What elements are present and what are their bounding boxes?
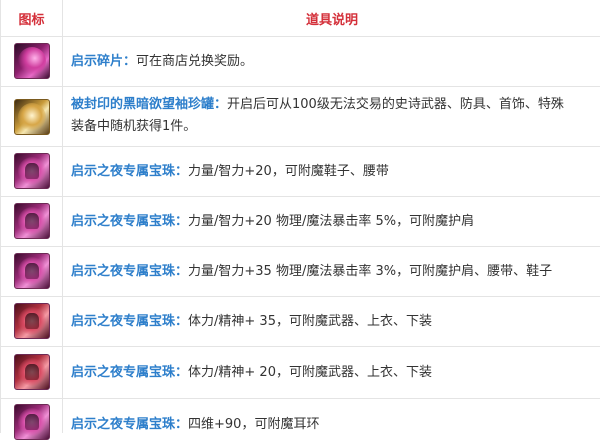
- gem-icon: [14, 303, 50, 339]
- item-text: 开启后可从100级无法交易的史诗武器、防具、首饰、特殊: [227, 97, 564, 112]
- icon-cell: [1, 247, 63, 296]
- item-description: 启示之夜专属宝珠：力量/智力+35 物理/魔法暴击率 3%，可附魔护肩、腰带、鞋…: [71, 261, 600, 283]
- icon-cell: [1, 297, 63, 346]
- table-row: 启示之夜专属宝珠：体力/精神+ 20，可附魔武器、上衣、下装: [1, 347, 600, 399]
- gem-icon: [14, 404, 50, 440]
- item-description: 启示之夜专属宝珠：力量/智力+20，可附魔鞋子、腰带: [71, 161, 600, 183]
- icon-cell: [1, 37, 63, 86]
- table-header: 图标 道具说明: [1, 0, 600, 37]
- desc-column-header: 道具说明: [63, 0, 600, 36]
- item-description: 启示之夜专属宝珠：力量/智力+20 物理/魔法暴击率 5%，可附魔护肩: [71, 211, 600, 233]
- icon-column-label: 图标: [18, 12, 45, 28]
- item-text: 四维+90，可附魔耳环: [188, 417, 320, 432]
- item-text: 体力/精神+ 35，可附魔武器、上衣、下装: [188, 314, 432, 329]
- icon-cell: [1, 399, 63, 440]
- gem-icon: [14, 153, 50, 189]
- item-text: 力量/智力+20 物理/魔法暴击率 5%，可附魔护肩: [188, 214, 475, 229]
- table-row: 启示之夜专属宝珠：体力/精神+ 35，可附魔武器、上衣、下装: [1, 297, 600, 347]
- item-name: 启示之夜专属宝珠：: [71, 365, 189, 380]
- desc-cell: 启示之夜专属宝珠：体力/精神+ 35，可附魔武器、上衣、下装: [63, 297, 600, 346]
- item-name: 被封印的黑暗欲望袖珍罐：: [71, 97, 228, 112]
- item-text: 力量/智力+35 物理/魔法暴击率 3%，可附魔护肩、腰带、鞋子: [188, 264, 553, 279]
- icon-cell: [1, 147, 63, 196]
- icon-cell: [1, 87, 63, 146]
- desc-cell: 被封印的黑暗欲望袖珍罐：开启后可从100级无法交易的史诗武器、防具、首饰、特殊装…: [63, 87, 600, 146]
- icon-cell: [1, 197, 63, 246]
- table-row: 启示之夜专属宝珠：力量/智力+20，可附魔鞋子、腰带: [1, 147, 600, 197]
- icon-cell: [1, 347, 63, 398]
- desc-cell: 启示之夜专属宝珠：力量/智力+20，可附魔鞋子、腰带: [63, 147, 600, 196]
- item-name: 启示之夜专属宝珠：: [71, 264, 189, 279]
- gem-icon: [14, 354, 50, 390]
- item-name: 启示之夜专属宝珠：: [71, 214, 189, 229]
- table-row: 启示之夜专属宝珠：力量/智力+35 物理/魔法暴击率 3%，可附魔护肩、腰带、鞋…: [1, 247, 600, 297]
- desc-cell: 启示之夜专属宝珠：力量/智力+35 物理/魔法暴击率 3%，可附魔护肩、腰带、鞋…: [63, 247, 600, 296]
- item-name: 启示之夜专属宝珠：: [71, 314, 189, 329]
- table-row: 启示碎片：可在商店兑换奖励。: [1, 37, 600, 87]
- item-description: 启示之夜专属宝珠：体力/精神+ 35，可附魔武器、上衣、下装: [71, 311, 600, 333]
- desc-cell: 启示之夜专属宝珠：力量/智力+20 物理/魔法暴击率 5%，可附魔护肩: [63, 197, 600, 246]
- table-row: 被封印的黑暗欲望袖珍罐：开启后可从100级无法交易的史诗武器、防具、首饰、特殊装…: [1, 87, 600, 147]
- item-name: 启示碎片：: [71, 54, 137, 69]
- gem-icon: [14, 203, 50, 239]
- item-name: 启示之夜专属宝珠：: [71, 417, 189, 432]
- desc-column-label: 道具说明: [305, 12, 358, 28]
- item-text: 体力/精神+ 20，可附魔武器、上衣、下装: [188, 365, 432, 380]
- item-text-continued: 装备中随机获得1件。: [71, 119, 197, 134]
- desc-cell: 启示之夜专属宝珠：四维+90，可附魔耳环: [63, 399, 600, 433]
- desc-cell: 启示之夜专属宝珠：体力/精神+ 20，可附魔武器、上衣、下装: [63, 347, 600, 398]
- icon-column-header: 图标: [1, 0, 63, 36]
- item-name: 启示之夜专属宝珠：: [71, 164, 189, 179]
- item-text: 可在商店兑换奖励。: [136, 54, 254, 69]
- item-description: 被封印的黑暗欲望袖珍罐：开启后可从100级无法交易的史诗武器、防具、首饰、特殊装…: [71, 94, 600, 138]
- gem-icon: [14, 253, 50, 289]
- item-description: 启示之夜专属宝珠：体力/精神+ 20，可附魔武器、上衣、下装: [71, 362, 600, 384]
- item-text: 力量/智力+20，可附魔鞋子、腰带: [188, 164, 389, 179]
- item-table: 图标 道具说明 启示碎片：可在商店兑换奖励。 被封印的黑暗欲望袖珍罐：开启后可从…: [0, 0, 600, 440]
- table-row: 启示之夜专属宝珠：四维+90，可附魔耳环: [1, 399, 600, 440]
- desc-cell: 启示碎片：可在商店兑换奖励。: [63, 37, 600, 86]
- table-row: 启示之夜专属宝珠：力量/智力+20 物理/魔法暴击率 5%，可附魔护肩: [1, 197, 600, 247]
- item-description: 启示碎片：可在商店兑换奖励。: [71, 51, 600, 73]
- jar-icon: [14, 99, 50, 135]
- shard-icon: [14, 43, 50, 79]
